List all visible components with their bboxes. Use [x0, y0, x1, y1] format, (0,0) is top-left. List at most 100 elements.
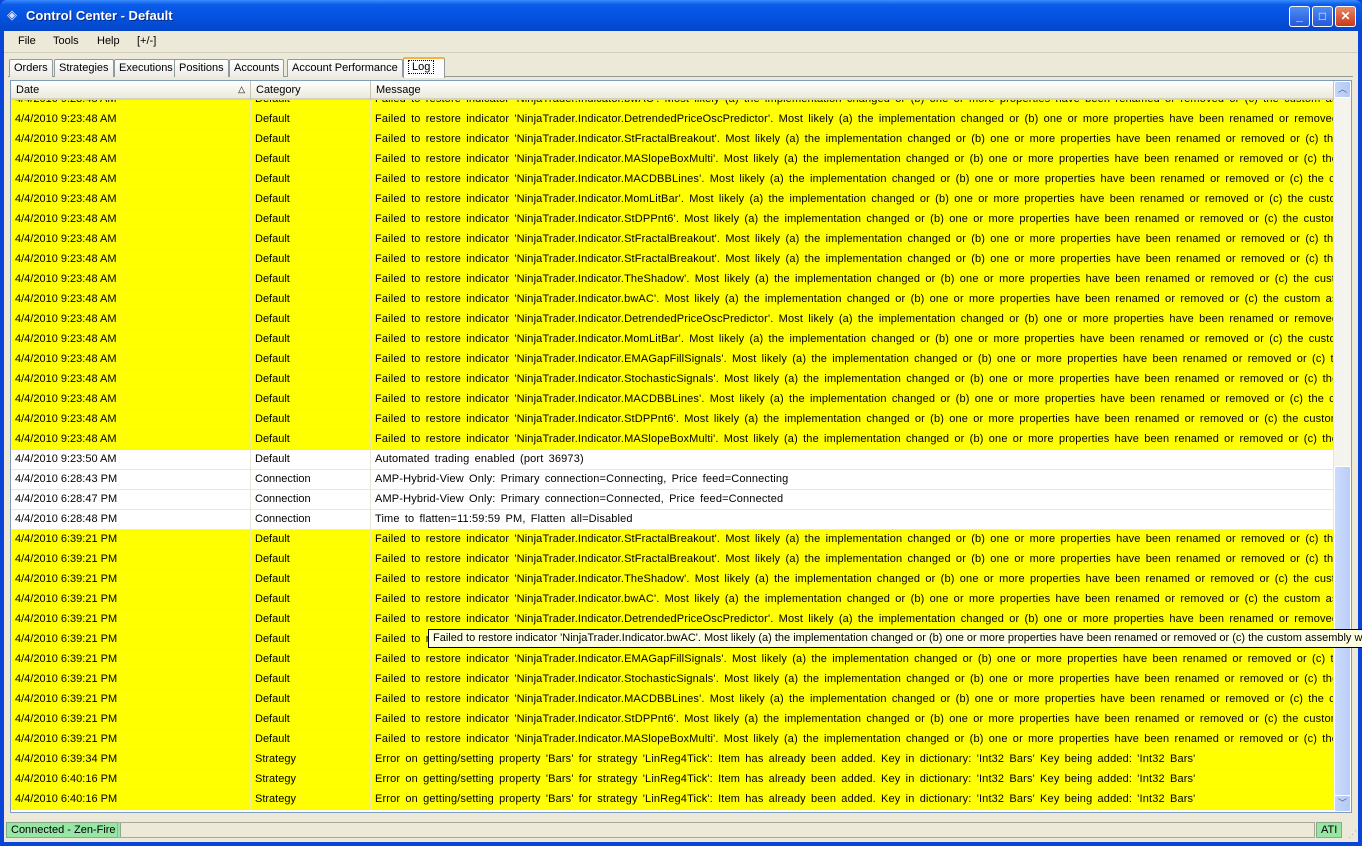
log-row[interactable]: 4/4/2010 9:23:48 AMDefaultFailed to rest… [11, 150, 1334, 170]
log-row[interactable]: 4/4/2010 9:23:50 AM Default Automated trad… [11, 450, 1334, 470]
log-date: 4/4/2010 9:23:48 AM [11, 110, 251, 129]
log-category: Default [251, 410, 371, 429]
column-header-date[interactable]: Date △ [11, 81, 251, 100]
log-message: Failed to restore indicator 'NinjaTrader… [371, 530, 1334, 549]
log-row[interactable]: 4/4/2010 9:23:48 AMDefaultFailed to rest… [11, 250, 1334, 270]
log-date: 4/4/2010 6:39:21 PM [11, 590, 251, 609]
log-category: Default [251, 190, 371, 209]
log-category: Default [251, 710, 371, 729]
log-row[interactable]: 4/4/2010 9:23:48 AMDefaultFailed to rest… [11, 410, 1334, 430]
log-category: Default [251, 210, 371, 229]
log-row[interactable]: 4/4/2010 9:23:48 AMDefaultFailed to rest… [11, 330, 1334, 350]
log-message: Error on getting/setting property 'Bars'… [371, 790, 1334, 809]
tab-log-label: Log [408, 60, 435, 74]
log-row[interactable]: 4/4/2010 6:39:21 PMDefaultFailed to rest… [11, 590, 1334, 610]
log-category: Strategy [251, 790, 371, 809]
log-row[interactable]: 4/4/2010 6:39:21 PMDefaultFailed to rest… [11, 730, 1334, 750]
menu-tools[interactable]: Tools [53, 35, 79, 47]
log-row[interactable]: 4/4/2010 9:23:48 AMDefaultFailed to rest… [11, 170, 1334, 190]
log-row[interactable]: 4/4/2010 9:23:48 AMDefaultFailed to rest… [11, 210, 1334, 230]
column-header-category[interactable]: Category [251, 81, 371, 100]
column-header-message[interactable]: Message [371, 81, 1334, 100]
log-date: 4/4/2010 6:28:43 PM [11, 470, 251, 489]
log-row[interactable]: 4/4/2010 9:23:48 AMDefaultFailed to rest… [11, 430, 1334, 450]
log-date: 4/4/2010 9:23:48 AM [11, 150, 251, 169]
log-row[interactable]: 4/4/2010 6:39:21 PMDefaultFailed to rest… [11, 550, 1334, 570]
vertical-scrollbar[interactable]: ︿ ﹀ [1334, 81, 1351, 812]
tab-positions[interactable]: Positions [174, 59, 229, 77]
log-date: 4/4/2010 9:23:48 AM [11, 210, 251, 229]
tab-strategies[interactable]: Strategies [54, 59, 114, 77]
tab-executions[interactable]: Executions [114, 59, 178, 77]
log-row[interactable]: 4/4/2010 6:39:21 PMDefaultFailed to rest… [11, 690, 1334, 710]
log-row[interactable]: 4/4/2010 6:28:43 PM Connection AMP-Hybrid-… [11, 470, 1334, 490]
log-row[interactable]: 4/4/2010 6:28:48 PM Connection Time to fla… [11, 510, 1334, 530]
log-row[interactable]: 4/4/2010 9:23:48 AMDefaultFailed to rest… [11, 270, 1334, 290]
close-button[interactable]: ✕ [1335, 6, 1356, 27]
log-row[interactable]: 4/4/2010 9:23:48 AMDefaultFailed to rest… [11, 190, 1334, 210]
tab-orders[interactable]: Orders [9, 59, 53, 77]
log-message: Time to flatten=11:59:59 PM, Flatten all… [371, 510, 1334, 529]
log-date: 4/4/2010 6:39:21 PM [11, 530, 251, 549]
window-title: Control Center - Default [26, 8, 173, 23]
control-center-window: File Tools Help [+/-] Orders Strategies … [4, 31, 1358, 842]
sort-ascending-icon: △ [238, 84, 245, 94]
maximize-button[interactable]: □ [1312, 6, 1333, 27]
log-row[interactable]: 4/4/2010 6:28:47 PM Connection AMP-Hybrid-… [11, 490, 1334, 510]
log-message: Failed to restore indicator 'NinjaTrader… [371, 270, 1334, 289]
log-date: 4/4/2010 6:39:21 PM [11, 550, 251, 569]
log-row[interactable]: 4/4/2010 6:39:21 PMDefaultFailed to rest… [11, 650, 1334, 670]
log-row[interactable]: 4/4/2010 9:23:48 AMDefaultFailed to rest… [11, 390, 1334, 410]
log-message: Failed to restore indicator 'NinjaTrader… [371, 130, 1334, 149]
ati-status: ATI [1316, 822, 1343, 838]
tab-bar: Orders Strategies Executions Positions A… [8, 57, 1353, 78]
tab-log[interactable]: Log [403, 57, 445, 78]
scroll-down-icon[interactable]: ﹀ [1334, 795, 1351, 812]
log-message: Failed to restore indicator 'NinjaTrader… [371, 410, 1334, 429]
minimize-button[interactable]: _ [1289, 6, 1310, 27]
log-category: Strategy [251, 750, 371, 769]
tab-account-performance[interactable]: Account Performance [287, 59, 403, 77]
log-row[interactable]: 4/4/2010 9:23:48 AMDefaultFailed to rest… [11, 130, 1334, 150]
log-row[interactable]: 4/4/2010 9:23:48 AMDefaultFailed to rest… [11, 230, 1334, 250]
log-category: Default [251, 250, 371, 269]
menu-bar: File Tools Help [+/-] [4, 31, 1358, 53]
log-row[interactable]: 4/4/2010 6:39:21 PMDefaultFailed to rest… [11, 530, 1334, 550]
log-row[interactable]: 4/4/2010 9:23:48 AMDefaultFailed to rest… [11, 290, 1334, 310]
log-date: 4/4/2010 9:23:48 AM [11, 310, 251, 329]
log-row[interactable]: 4/4/2010 9:23:48 AMDefaultFailed to rest… [11, 110, 1334, 130]
log-date: 4/4/2010 6:39:21 PM [11, 690, 251, 709]
log-row[interactable]: 4/4/2010 6:39:21 PMDefaultFailed to rest… [11, 570, 1334, 590]
tab-accounts[interactable]: Accounts [229, 59, 285, 77]
log-row[interactable]: 4/4/2010 6:39:21 PMDefaultFailed to rest… [11, 670, 1334, 690]
log-rows: 4/4/2010 9:23:48 AM Default Failed to rest… [11, 90, 1334, 810]
resize-grip-icon[interactable]: ⋰ [1348, 829, 1357, 840]
log-category: Default [251, 430, 371, 449]
log-row[interactable]: 4/4/2010 6:40:16 PM Strategy Error on gett… [11, 770, 1334, 790]
menu-help[interactable]: Help [97, 35, 120, 47]
log-message: Failed to restore indicator 'NinjaTrader… [371, 390, 1334, 409]
log-row[interactable]: 4/4/2010 6:39:21 PMDefaultFailed to rest… [11, 710, 1334, 730]
log-row[interactable]: 4/4/2010 9:23:48 AMDefaultFailed to rest… [11, 350, 1334, 370]
title-bar[interactable]: ◈ Control Center - Default _ □ ✕ [0, 0, 1362, 31]
log-category: Default [251, 450, 371, 469]
log-category: Default [251, 290, 371, 309]
log-category: Default [251, 110, 371, 129]
log-date: 4/4/2010 9:23:48 AM [11, 270, 251, 289]
log-message: Failed to restore indicator 'NinjaTrader… [371, 350, 1334, 369]
menu-expand[interactable]: [+/-] [137, 35, 156, 47]
log-category: Default [251, 730, 371, 749]
log-row[interactable]: 4/4/2010 9:23:48 AMDefaultFailed to rest… [11, 370, 1334, 390]
log-date: 4/4/2010 6:39:21 PM [11, 710, 251, 729]
log-row[interactable]: 4/4/2010 9:23:48 AMDefaultFailed to rest… [11, 310, 1334, 330]
log-message: Failed to restore indicator 'NinjaTrader… [371, 570, 1334, 589]
log-row[interactable]: 4/4/2010 6:40:16 PM Strategy Error on gett… [11, 790, 1334, 810]
log-category: Connection [251, 490, 371, 509]
scroll-up-icon[interactable]: ︿ [1334, 81, 1351, 98]
log-message: Failed to restore indicator 'NinjaTrader… [371, 150, 1334, 169]
log-row[interactable]: 4/4/2010 6:39:34 PM Strategy Error on gett… [11, 750, 1334, 770]
log-message: Failed to restore indicator 'NinjaTrader… [371, 650, 1334, 669]
log-row[interactable]: 4/4/2010 6:39:21 PMDefaultFailed to rest… [11, 610, 1334, 630]
log-date: 4/4/2010 6:39:21 PM [11, 670, 251, 689]
menu-file[interactable]: File [18, 35, 36, 47]
